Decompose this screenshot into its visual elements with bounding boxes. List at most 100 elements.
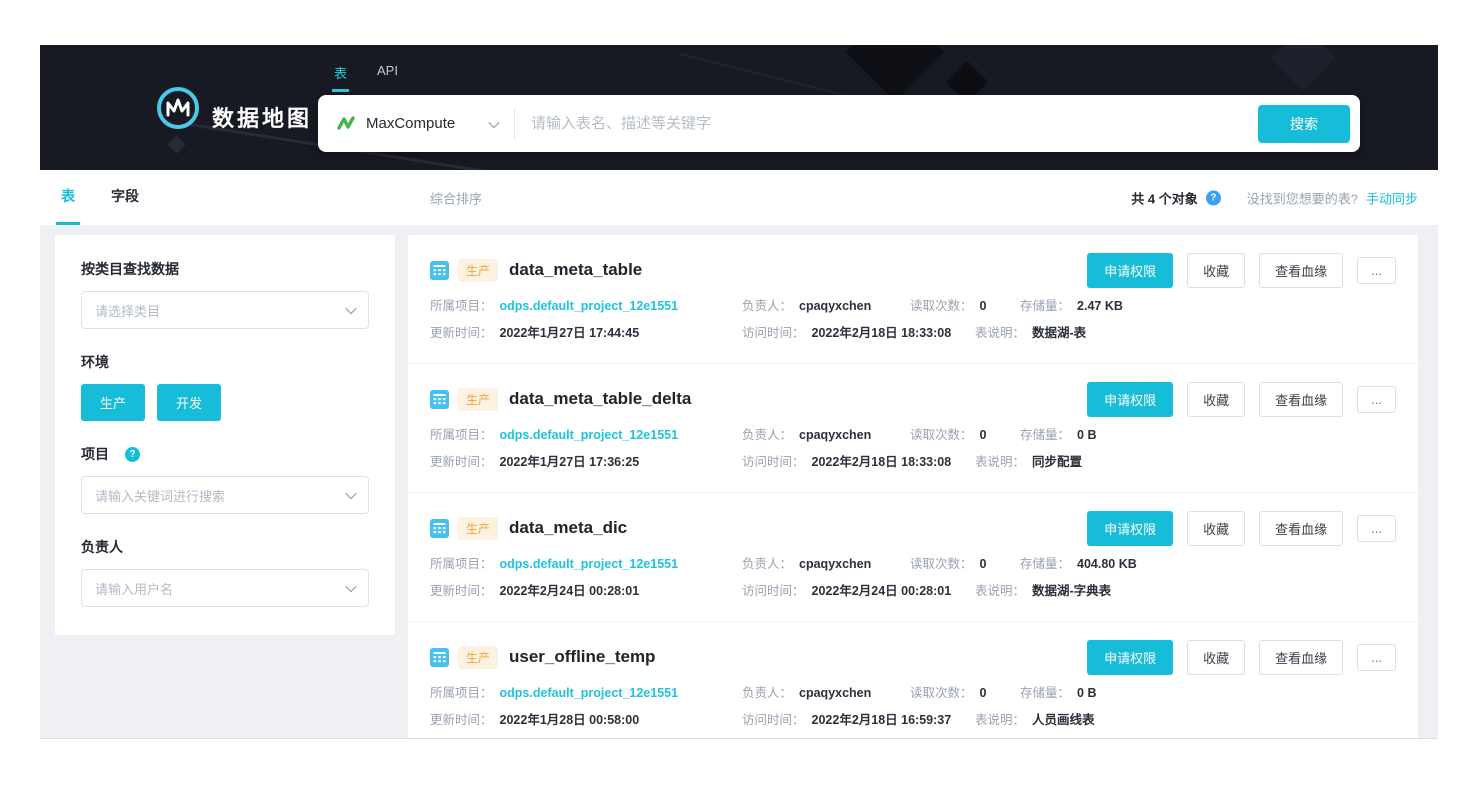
env-production-button[interactable]: 生产 bbox=[81, 384, 145, 421]
apply-permission-button[interactable]: 申请权限 bbox=[1087, 511, 1173, 546]
owner-label: 负责人 bbox=[81, 537, 369, 557]
table-name-link[interactable]: user_offline_temp bbox=[509, 647, 655, 667]
owner-select-placeholder: 请输入用户名 bbox=[95, 579, 173, 598]
updated-value: 2022年2月24日 00:28:01 bbox=[500, 582, 640, 600]
search-input[interactable] bbox=[515, 115, 1258, 132]
header-decoration bbox=[846, 45, 945, 101]
header-tabs: 表 API bbox=[332, 61, 400, 92]
app-frame: 数据地图 表 API MaxCompute 搜索 表 字段 bbox=[40, 45, 1438, 739]
desc-field-label: 表说明： bbox=[975, 711, 1025, 729]
desc-value: 人员画线表 bbox=[1032, 711, 1095, 729]
storage-field-label: 存储量： bbox=[1020, 297, 1070, 315]
project-select-placeholder: 请输入关键词进行搜索 bbox=[95, 486, 225, 505]
owner-value: cpaqyxchen bbox=[799, 297, 871, 315]
header-decoration bbox=[167, 135, 185, 153]
table-icon bbox=[430, 261, 449, 280]
engine-select[interactable]: MaxCompute bbox=[318, 114, 514, 134]
reads-value: 0 bbox=[980, 426, 987, 444]
table-icon bbox=[430, 390, 449, 409]
storage-value: 404.80 KB bbox=[1077, 555, 1137, 573]
project-field-label: 所属项目： bbox=[430, 297, 493, 315]
owner-value: cpaqyxchen bbox=[799, 555, 871, 573]
apply-permission-button[interactable]: 申请权限 bbox=[1087, 640, 1173, 675]
owner-select[interactable]: 请输入用户名 bbox=[81, 569, 369, 607]
view-lineage-button[interactable]: 查看血缘 bbox=[1259, 511, 1343, 546]
project-help-icon[interactable]: ? bbox=[125, 447, 140, 462]
project-link[interactable]: odps.default_project_12e1551 bbox=[500, 426, 679, 444]
more-actions-button[interactable]: ... bbox=[1357, 644, 1396, 671]
app-header: 数据地图 表 API MaxCompute 搜索 bbox=[40, 45, 1438, 170]
owner-field-label: 负责人： bbox=[742, 297, 792, 315]
accessed-field-label: 访问时间： bbox=[742, 324, 805, 342]
accessed-value: 2022年2月18日 18:33:08 bbox=[812, 324, 952, 342]
storage-value: 0 B bbox=[1077, 426, 1096, 444]
search-button[interactable]: 搜索 bbox=[1258, 105, 1350, 143]
app-title: 数据地图 bbox=[212, 101, 312, 133]
content-area: 按类目查找数据 请选择类目 环境 生产 开发 项目 ? bbox=[40, 225, 1438, 739]
tab-fields[interactable]: 字段 bbox=[106, 170, 144, 225]
storage-value: 2.47 KB bbox=[1077, 297, 1123, 315]
accessed-field-label: 访问时间： bbox=[742, 711, 805, 729]
more-actions-button[interactable]: ... bbox=[1357, 257, 1396, 284]
project-select[interactable]: 请输入关键词进行搜索 bbox=[81, 476, 369, 514]
category-label: 按类目查找数据 bbox=[81, 259, 369, 279]
result-summary: 共 4 个对象 ? 没找到您想要的表? 手动同步 bbox=[1131, 188, 1418, 207]
table-row: 生产 user_offline_temp 申请权限 收藏 查看血缘 ... 所属… bbox=[408, 622, 1418, 739]
owner-field-label: 负责人： bbox=[742, 555, 792, 573]
accessed-field-label: 访问时间： bbox=[742, 582, 805, 600]
sort-selector[interactable]: 综合排序 bbox=[430, 188, 482, 207]
updated-field-label: 更新时间： bbox=[430, 711, 493, 729]
storage-field-label: 存储量： bbox=[1020, 555, 1070, 573]
favorite-button[interactable]: 收藏 bbox=[1187, 253, 1245, 288]
view-lineage-button[interactable]: 查看血缘 bbox=[1259, 640, 1343, 675]
apply-permission-button[interactable]: 申请权限 bbox=[1087, 253, 1173, 288]
project-link[interactable]: odps.default_project_12e1551 bbox=[500, 555, 679, 573]
storage-field-label: 存储量： bbox=[1020, 684, 1070, 702]
favorite-button[interactable]: 收藏 bbox=[1187, 640, 1245, 675]
environment-label: 环境 bbox=[81, 352, 369, 372]
header-tab-table[interactable]: 表 bbox=[332, 61, 349, 92]
header-decoration bbox=[1270, 45, 1335, 91]
table-name-link[interactable]: data_meta_table bbox=[509, 260, 642, 280]
category-select[interactable]: 请选择类目 bbox=[81, 291, 369, 329]
storage-field-label: 存储量： bbox=[1020, 426, 1070, 444]
table-name-link[interactable]: data_meta_table_delta bbox=[509, 389, 691, 409]
view-lineage-button[interactable]: 查看血缘 bbox=[1259, 382, 1343, 417]
desc-value: 数据湖-字典表 bbox=[1032, 582, 1111, 600]
table-icon bbox=[430, 648, 449, 667]
apply-permission-button[interactable]: 申请权限 bbox=[1087, 382, 1173, 417]
engine-select-value: MaxCompute bbox=[366, 115, 480, 132]
env-badge: 生产 bbox=[458, 259, 498, 282]
reads-value: 0 bbox=[980, 555, 987, 573]
view-lineage-button[interactable]: 查看血缘 bbox=[1259, 253, 1343, 288]
desc-field-label: 表说明： bbox=[975, 453, 1025, 471]
table-name-link[interactable]: data_meta_dic bbox=[509, 518, 627, 538]
accessed-field-label: 访问时间： bbox=[742, 453, 805, 471]
category-filter: 按类目查找数据 请选择类目 bbox=[81, 259, 369, 329]
more-actions-button[interactable]: ... bbox=[1357, 386, 1396, 413]
updated-value: 2022年1月27日 17:44:45 bbox=[500, 324, 640, 342]
count-help-icon[interactable]: ? bbox=[1206, 190, 1221, 205]
reads-field-label: 读取次数： bbox=[910, 684, 973, 702]
category-select-placeholder: 请选择类目 bbox=[95, 301, 160, 320]
chevron-down-icon bbox=[345, 581, 356, 592]
maxcompute-icon bbox=[336, 114, 356, 134]
env-development-button[interactable]: 开发 bbox=[157, 384, 221, 421]
favorite-button[interactable]: 收藏 bbox=[1187, 382, 1245, 417]
more-actions-button[interactable]: ... bbox=[1357, 515, 1396, 542]
storage-value: 0 B bbox=[1077, 684, 1096, 702]
not-found-text: 没找到您想要的表? bbox=[1247, 188, 1358, 207]
accessed-value: 2022年2月24日 00:28:01 bbox=[812, 582, 952, 600]
header-tab-api[interactable]: API bbox=[375, 61, 400, 92]
updated-field-label: 更新时间： bbox=[430, 453, 493, 471]
project-link[interactable]: odps.default_project_12e1551 bbox=[500, 684, 679, 702]
manual-sync-link[interactable]: 手动同步 bbox=[1366, 188, 1418, 207]
tab-tables[interactable]: 表 bbox=[56, 170, 80, 225]
project-field-label: 所属项目： bbox=[430, 426, 493, 444]
favorite-button[interactable]: 收藏 bbox=[1187, 511, 1245, 546]
env-badge: 生产 bbox=[458, 388, 498, 411]
chevron-down-icon bbox=[488, 116, 499, 127]
project-link[interactable]: odps.default_project_12e1551 bbox=[500, 297, 679, 315]
table-row: 生产 data_meta_table_delta 申请权限 收藏 查看血缘 ..… bbox=[408, 364, 1418, 493]
owner-filter: 负责人 请输入用户名 bbox=[81, 537, 369, 607]
